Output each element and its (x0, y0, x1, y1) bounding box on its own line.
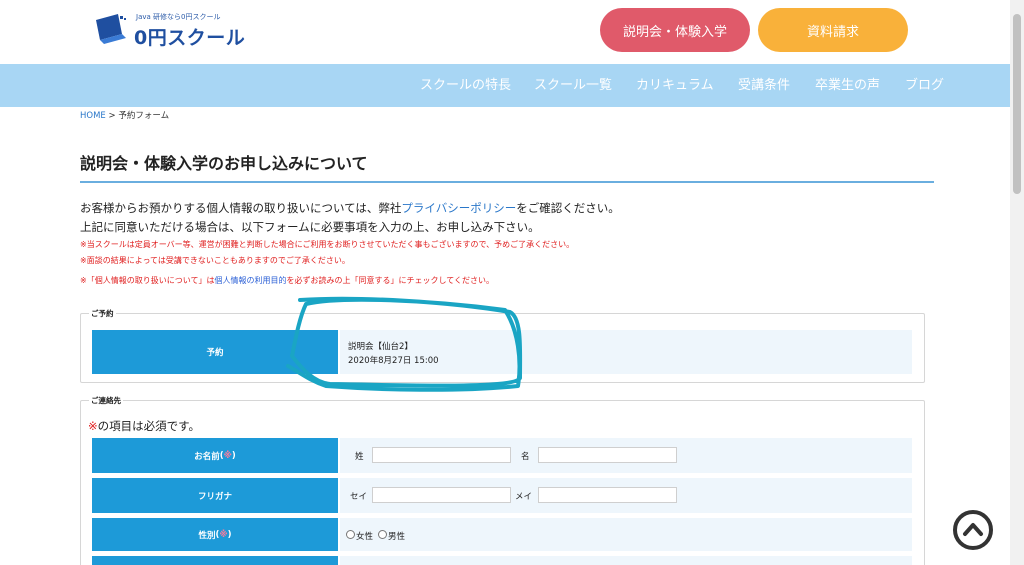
page-scrollbar[interactable] (1010, 0, 1024, 565)
logo-tagline: Java 研修なら0円スクール (136, 13, 221, 21)
intro-privacy-tail: をご確認ください。 (516, 201, 620, 215)
chevron-up-circle-icon (963, 523, 983, 536)
first-name-input[interactable] (538, 447, 677, 463)
reservation-label-text: 予約 (206, 348, 224, 358)
note-personal-info-tail: を必ずお読みの上「同意する」にチェックしてください。 (286, 276, 494, 285)
kana-label: フリガナ (92, 478, 338, 513)
breadcrumb: HOME > 予約フォーム (80, 109, 169, 121)
gender-female-radio[interactable] (346, 530, 355, 539)
reservation-datetime: 2020年8月27日 15:00 (348, 356, 439, 366)
first-kana-input[interactable] (538, 487, 677, 503)
kana-label-text: フリガナ (197, 491, 232, 502)
reservation-legend: ご予約 (89, 308, 116, 319)
reservation-label: 予約 (92, 330, 338, 374)
site-logo[interactable]: Java 研修なら0円スクール 0円スクール (92, 10, 252, 50)
scrollbar-thumb[interactable] (1013, 14, 1021, 194)
logo-text: 0円スクール (134, 27, 246, 49)
required-note: ※の項目は必須です。 (88, 418, 200, 434)
breadcrumb-separator: > (108, 111, 116, 121)
gender-label: 性別(※) (92, 518, 338, 551)
last-kana-label: セイ (350, 492, 368, 502)
laptop-logo-icon (96, 14, 126, 44)
first-kana-label: メイ (515, 492, 533, 502)
main-nav: スクールの特長 スクール一覧 カリキュラム 受講条件 卒業生の声 ブログ (0, 64, 1010, 107)
breadcrumb-home[interactable]: HOME (80, 111, 106, 121)
gender-female-label[interactable]: 女性 (356, 530, 373, 542)
intro-privacy: お客様からお預かりする個人情報の取り扱いについては、弊社プライバシーポリシーをご… (80, 200, 620, 216)
reservation-value: 説明会【仙台2】 2020年8月27日 15:00 (340, 330, 912, 374)
note-personal-info: ※「個人情報の取り扱いについて」は個人情報の利用目的を必ずお読みの上「同意する」… (80, 275, 494, 286)
required-mark: ※ (88, 419, 98, 433)
usage-purpose-link[interactable]: 個人情報の利用目的 (214, 276, 286, 285)
privacy-policy-link[interactable]: プライバシーポリシー (401, 201, 516, 215)
next-row-value (340, 556, 912, 565)
gender-required-mark: ※ (219, 529, 228, 540)
intro-consent: 上記に同意いただける場合は、以下フォームに必要事項を入力の上、お申し込み下さい。 (80, 220, 540, 234)
nav-item-graduates[interactable]: 卒業生の声 (815, 64, 880, 107)
last-name-input[interactable] (372, 447, 511, 463)
name-label-text: お名前 (194, 451, 220, 462)
kana-value: セイ メイ (340, 478, 912, 513)
first-name-label: 名 (521, 452, 530, 462)
gender-male-radio[interactable] (378, 530, 387, 539)
note-capacity: ※当スクールは定員オーバー等、運営が困難と判断した場合にご利用をお断りさせていた… (80, 240, 575, 249)
name-required-mark: ※ (223, 450, 232, 461)
gender-value: 女性 男性 (340, 518, 912, 551)
nav-item-blog[interactable]: ブログ (905, 64, 944, 107)
contact-legend: ご連絡先 (89, 395, 123, 406)
next-row-label (92, 556, 338, 565)
nav-item-requirements[interactable]: 受講条件 (738, 64, 790, 107)
last-kana-input[interactable] (372, 487, 511, 503)
nav-item-schools[interactable]: スクール一覧 (534, 64, 612, 107)
title-divider (80, 181, 934, 183)
last-name-label: 姓 (355, 452, 364, 462)
breadcrumb-current: 予約フォーム (118, 111, 170, 121)
nav-item-curriculum[interactable]: カリキュラム (636, 64, 714, 107)
note-personal-info-text: ※「個人情報の取り扱いについて」は (80, 276, 215, 285)
reservation-event: 説明会【仙台2】 (348, 342, 413, 352)
nav-item-features[interactable]: スクールの特長 (420, 64, 511, 107)
intro-privacy-text: お客様からお預かりする個人情報の取り扱いについては、弊社 (80, 201, 402, 215)
note-interview: ※面談の結果によっては受講できないこともありますのでご了承ください。 (80, 256, 350, 265)
seminar-button[interactable]: 説明会・体験入学 (600, 8, 750, 52)
site-header: Java 研修なら0円スクール 0円スクール 説明会・体験入学 資料請求 (0, 0, 1010, 64)
gender-label-text: 性別 (198, 530, 216, 541)
page-title: 説明会・体験入学のお申し込みについて (80, 154, 368, 173)
name-value: 姓 名 (340, 438, 912, 473)
request-docs-button[interactable]: 資料請求 (758, 8, 908, 52)
back-to-top-button[interactable] (953, 510, 993, 550)
gender-male-label[interactable]: 男性 (388, 530, 405, 542)
required-note-text: の項目は必須です。 (97, 419, 200, 433)
name-label: お名前(※) (92, 438, 338, 473)
